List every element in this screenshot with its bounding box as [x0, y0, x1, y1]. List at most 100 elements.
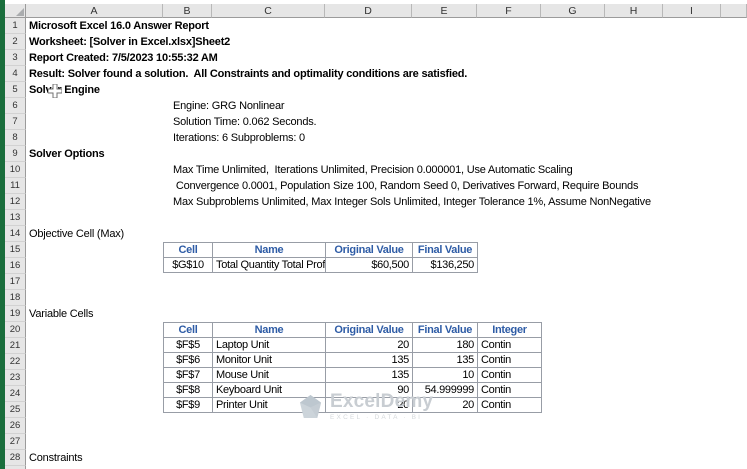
cell-text-row-12[interactable]: Max Subproblems Unlimited, Max Integer S… — [173, 194, 651, 210]
row-header-19[interactable]: 19 — [5, 306, 26, 322]
table-cell[interactable]: Contin — [477, 337, 542, 353]
variable-cells-row: $F$7 Mouse Unit 135 10 Contin — [163, 367, 542, 383]
row-header-10[interactable]: 10 — [5, 162, 26, 178]
table-cell[interactable]: Monitor Unit — [212, 352, 326, 368]
table-header-cell[interactable]: Cell — [163, 242, 213, 258]
table-cell[interactable]: 10 — [412, 367, 478, 383]
cell-text-row-19[interactable]: Variable Cells — [29, 306, 93, 322]
exceldemy-watermark: ExcelDemy EXCEL · DATA · BI — [298, 391, 433, 421]
row-header-22[interactable]: 22 — [5, 354, 26, 370]
table-cell[interactable]: Contin — [477, 382, 542, 398]
column-header-h[interactable]: H — [605, 4, 663, 18]
row-header-28[interactable]: 28 — [5, 450, 26, 466]
cell-text-row-5[interactable]: Solver Engine — [29, 82, 100, 98]
column-header-c[interactable]: C — [212, 4, 325, 18]
row-header-5[interactable]: 5 — [5, 82, 26, 98]
table-header-cell[interactable]: Final Value — [412, 322, 478, 338]
variable-cells-row: $F$5 Laptop Unit 20 180 Contin — [163, 337, 542, 353]
exceldemy-logo-icon — [299, 394, 322, 418]
table-cell[interactable]: $F$9 — [163, 397, 213, 413]
table-header-cell[interactable]: Original Value — [325, 242, 413, 258]
row-header-1[interactable]: 1 — [5, 18, 26, 34]
variable-cells-header-row: Cell Name Original Value Final Value Integer — [163, 322, 542, 338]
column-header-d[interactable]: D — [325, 4, 412, 18]
cell-text-row-2[interactable]: Worksheet: [Solver in Excel.xlsx]Sheet2 — [29, 34, 230, 50]
row-header-15[interactable]: 15 — [5, 242, 26, 258]
column-header-g[interactable]: G — [541, 4, 605, 18]
row-header-24[interactable]: 24 — [5, 386, 26, 402]
table-cell[interactable]: Contin — [477, 352, 542, 368]
column-header-b[interactable]: B — [163, 4, 212, 18]
cell-text-row-28[interactable]: Constraints — [29, 450, 83, 466]
table-cell[interactable]: $G$10 — [163, 257, 213, 273]
cell-text-row-14[interactable]: Objective Cell (Max) — [29, 226, 124, 242]
row-header-18[interactable]: 18 — [5, 290, 26, 306]
row-header-2[interactable]: 2 — [5, 34, 26, 50]
table-cell[interactable]: Contin — [477, 397, 542, 413]
cell-text-row-6[interactable]: Engine: GRG Nonlinear — [173, 98, 285, 114]
table-cell[interactable]: 135 — [412, 352, 478, 368]
cell-text-row-8[interactable]: Iterations: 6 Subproblems: 0 — [173, 130, 305, 146]
row-header-17[interactable]: 17 — [5, 274, 26, 290]
table-header-cell[interactable]: Original Value — [325, 322, 413, 338]
row-header-14[interactable]: 14 — [5, 226, 26, 242]
column-header-partial[interactable] — [721, 4, 747, 18]
table-cell[interactable]: Mouse Unit — [212, 367, 326, 383]
objective-cell-row: $G$10 Total Quantity Total Prof $60,500 $13… — [163, 257, 478, 273]
table-header-cell[interactable]: Final Value — [412, 242, 478, 258]
table-cell[interactable]: 20 — [325, 337, 413, 353]
column-header-e[interactable]: E — [412, 4, 477, 18]
row-header-25[interactable]: 25 — [5, 402, 26, 418]
cell-text-row-10[interactable]: Max Time Unlimited, Iterations Unlimited… — [173, 162, 573, 178]
row-header-23[interactable]: 23 — [5, 370, 26, 386]
row-header-16[interactable]: 16 — [5, 258, 26, 274]
row-header-9[interactable]: 9 — [5, 146, 26, 162]
cell-text-row-9[interactable]: Solver Options — [29, 146, 105, 162]
table-header-cell[interactable]: Cell — [163, 322, 213, 338]
excel-answer-report-sheet: ABCDEFGHI 1 2 3 4 5 6 7 8 9 10 11 12 13 14 15 16 17 18 19 2… — [0, 0, 747, 469]
row-header-12[interactable]: 12 — [5, 194, 26, 210]
row-headers: 1 2 3 4 5 6 7 8 9 10 11 12 13 14 15 16 17 18 19 20 21 22 23 24 2… — [5, 18, 26, 469]
cell-text-row-7[interactable]: Solution Time: 0.062 Seconds. — [173, 114, 317, 130]
table-cell[interactable]: $F$6 — [163, 352, 213, 368]
row-header-20[interactable]: 20 — [5, 322, 26, 338]
table-cell[interactable]: Contin — [477, 367, 542, 383]
table-cell[interactable]: $136,250 — [412, 257, 478, 273]
cell-text-row-4[interactable]: Result: Solver found a solution. All Con… — [29, 66, 467, 82]
row-header-27[interactable]: 27 — [5, 434, 26, 450]
row-header-3[interactable]: 3 — [5, 50, 26, 66]
cell-text-row-11[interactable]: Convergence 0.0001, Population Size 100,… — [173, 178, 639, 194]
cell-text-row-3[interactable]: Report Created: 7/5/2023 10:55:32 AM — [29, 50, 218, 66]
column-header-f[interactable]: F — [477, 4, 541, 18]
row-header-21[interactable]: 21 — [5, 338, 26, 354]
select-all-corner[interactable] — [5, 4, 26, 18]
watermark-wordmark: ExcelDemy — [330, 391, 434, 412]
row-header-13[interactable]: 13 — [5, 210, 26, 226]
table-cell[interactable]: Total Quantity Total Prof — [212, 257, 326, 273]
watermark-tagline: EXCEL · DATA · BI — [330, 414, 423, 421]
table-cell[interactable]: 180 — [412, 337, 478, 353]
table-cell[interactable]: $60,500 — [325, 257, 413, 273]
grid-area: ExcelDemy EXCEL · DATA · BI Microsoft Ex… — [26, 18, 747, 469]
cell-text-row-1[interactable]: Microsoft Excel 16.0 Answer Report — [29, 18, 209, 34]
row-header-26[interactable]: 26 — [5, 418, 26, 434]
table-cell[interactable]: Laptop Unit — [212, 337, 326, 353]
objective-cell-header-row: Cell Name Original Value Final Value — [163, 242, 478, 258]
row-header-8[interactable]: 8 — [5, 130, 26, 146]
column-header-a[interactable]: A — [26, 4, 163, 18]
table-cell[interactable]: 135 — [325, 352, 413, 368]
row-header-11[interactable]: 11 — [5, 178, 26, 194]
table-header-cell[interactable]: Name — [212, 242, 326, 258]
table-cell[interactable]: 135 — [325, 367, 413, 383]
table-cell[interactable]: $F$5 — [163, 337, 213, 353]
table-header-cell[interactable]: Name — [212, 322, 326, 338]
table-cell[interactable]: $F$8 — [163, 382, 213, 398]
column-header-i[interactable]: I — [663, 4, 721, 18]
row-header-6[interactable]: 6 — [5, 98, 26, 114]
row-header-7[interactable]: 7 — [5, 114, 26, 130]
excel-cell-cursor-icon — [48, 84, 62, 98]
table-cell[interactable]: $F$7 — [163, 367, 213, 383]
row-header-4[interactable]: 4 — [5, 66, 26, 82]
table-header-cell[interactable]: Integer — [477, 322, 542, 338]
watermark-text-block: ExcelDemy EXCEL · DATA · BI — [330, 391, 433, 421]
